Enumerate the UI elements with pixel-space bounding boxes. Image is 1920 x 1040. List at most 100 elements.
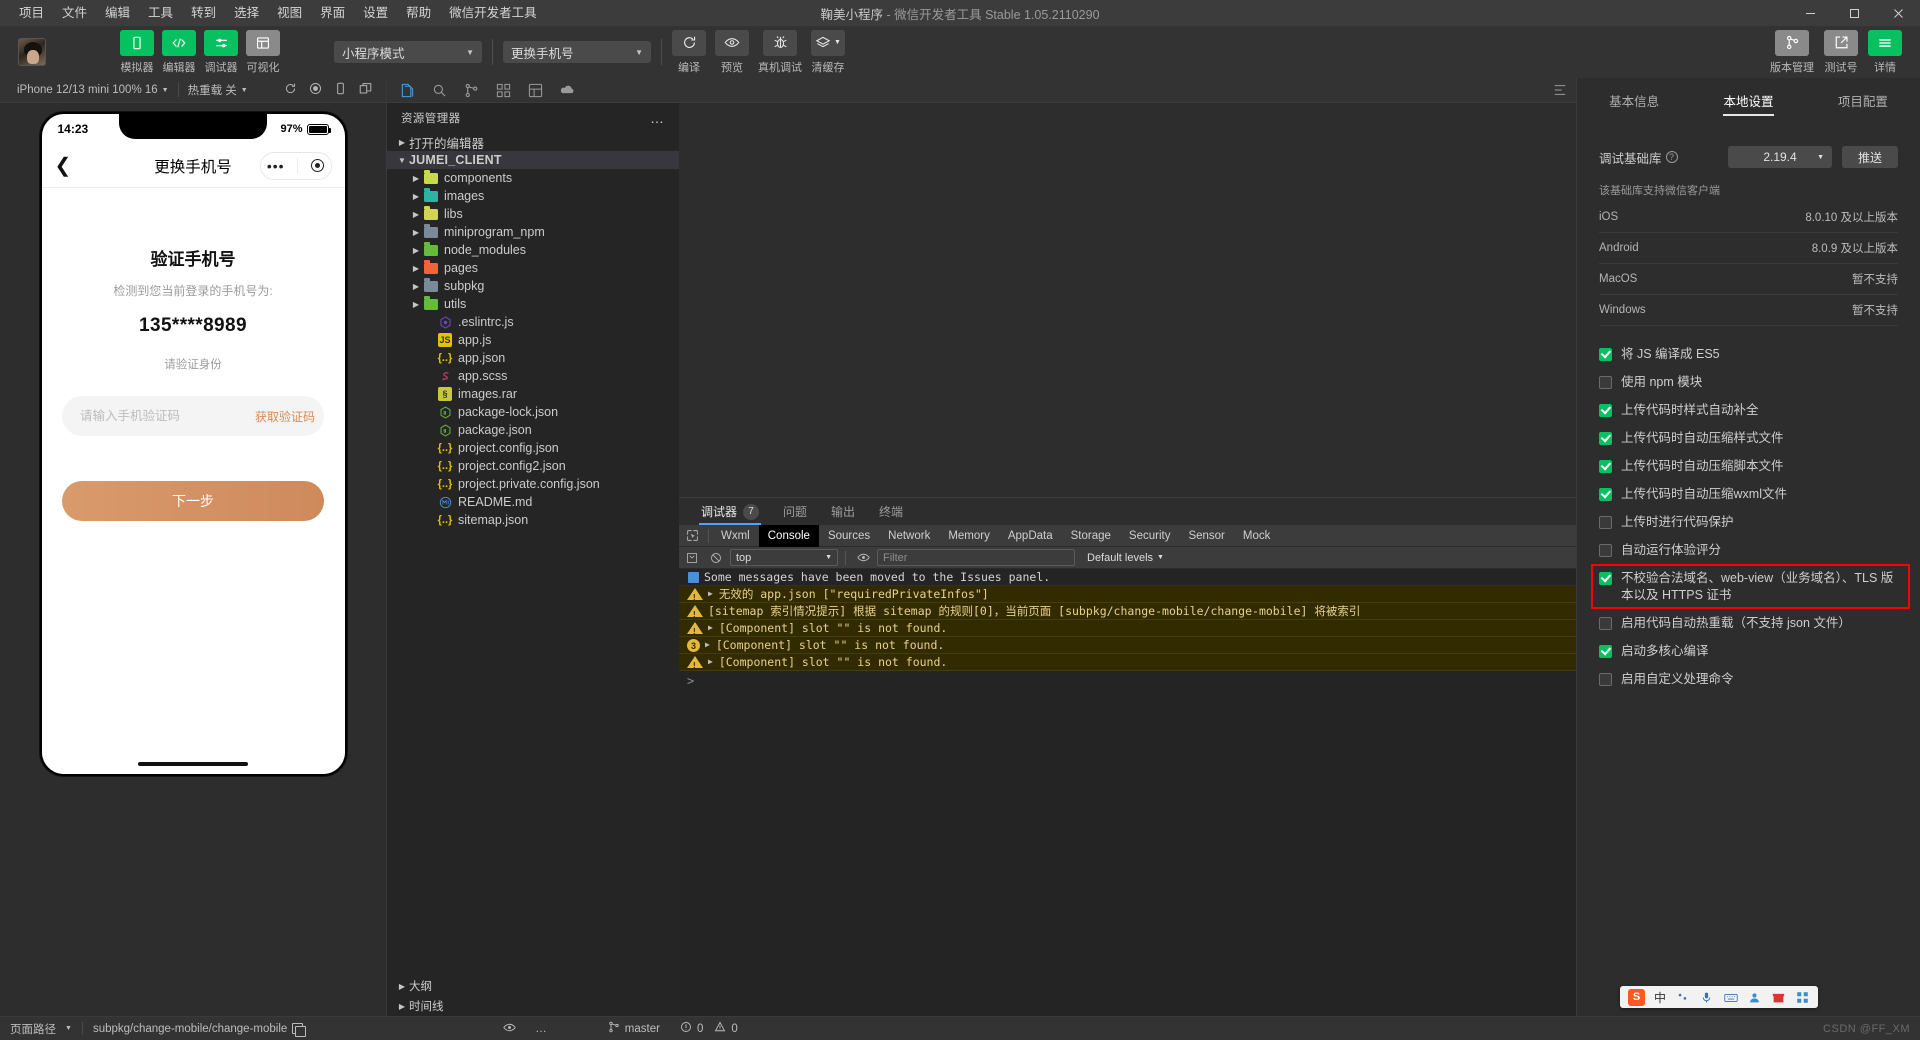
target-icon[interactable] — [311, 159, 325, 172]
tree-item[interactable]: ▶README.md — [387, 493, 679, 511]
branch-group[interactable]: master — [598, 1017, 670, 1040]
more-dots-icon[interactable]: … — [535, 1023, 548, 1035]
debugger-icon[interactable] — [204, 29, 238, 56]
checkbox-unchecked[interactable] — [1599, 673, 1612, 686]
console-levels-select[interactable]: Default levels ▼ — [1079, 552, 1164, 564]
tree-item[interactable]: ▶package-lock.json — [387, 403, 679, 421]
hot-reload-select[interactable]: 热重载 关 ▼ — [179, 78, 257, 103]
panel-tab-storage[interactable]: Storage — [1062, 525, 1120, 547]
console-context-select[interactable]: top ▼ — [730, 549, 838, 566]
checkbox-unchecked[interactable] — [1599, 516, 1612, 529]
record-icon[interactable] — [309, 82, 322, 98]
expand-arrow-icon[interactable]: ▶ — [705, 638, 710, 652]
cloud-icon[interactable] — [551, 78, 583, 103]
expand-arrow-icon[interactable]: ▶ — [708, 655, 713, 669]
no-entry-icon[interactable] — [706, 548, 726, 568]
extensions-icon[interactable] — [487, 78, 519, 103]
menu-item-3[interactable]: 工具 — [139, 1, 182, 25]
settings-checkbox-row[interactable]: 使用 npm 模块 — [1599, 374, 1898, 391]
console-message[interactable]: ! ▶ [Component] slot "" is not found. — [679, 620, 1576, 637]
push-button[interactable]: 推送 — [1842, 146, 1898, 168]
settings-checkbox-row[interactable]: 上传代码时自动压缩wxml文件 — [1599, 486, 1898, 503]
branch-icon[interactable] — [1775, 29, 1809, 56]
problems-group[interactable]: 0 0 — [670, 1017, 748, 1040]
simulator-icon[interactable] — [120, 29, 154, 56]
tree-item[interactable]: ▶{..}project.private.config.json — [387, 475, 679, 493]
settings-tab-基本信息[interactable]: 基本信息 — [1577, 78, 1691, 122]
hamburger-icon[interactable] — [1868, 29, 1902, 56]
settings-checkbox-row[interactable]: 上传代码时样式自动补全 — [1599, 402, 1898, 419]
console-message[interactable]: 3 ▶ [Component] slot "" is not found. — [679, 637, 1576, 654]
checkbox-checked[interactable] — [1599, 432, 1612, 445]
devtools-tab-终端[interactable]: 终端 — [867, 498, 915, 525]
panel-tab-network[interactable]: Network — [879, 525, 939, 547]
menu-item-2[interactable]: 编辑 — [96, 1, 139, 25]
maximize-icon[interactable] — [1832, 0, 1876, 26]
checkbox-unchecked[interactable] — [1599, 617, 1612, 630]
devtools-tab-输出[interactable]: 输出 — [819, 498, 867, 525]
close-icon[interactable] — [1876, 0, 1920, 26]
external-link-icon[interactable] — [1824, 29, 1858, 56]
layers-icon[interactable]: ▼ — [811, 29, 845, 56]
tree-project-root[interactable]: ▼ JUMEI_CLIENT — [387, 151, 679, 169]
checkbox-unchecked[interactable] — [1599, 544, 1612, 557]
menu-item-8[interactable]: 设置 — [354, 1, 397, 25]
checkbox-unchecked[interactable] — [1599, 376, 1612, 389]
panel-tab-console[interactable]: Console — [758, 524, 819, 547]
settings-checkbox-row[interactable]: 将 JS 编译成 ES5 — [1599, 346, 1898, 363]
tree-item[interactable]: ▶package.json — [387, 421, 679, 439]
devtools-tab-调试器[interactable]: 调试器 7 — [689, 498, 771, 525]
sogou-logo-icon[interactable]: S — [1627, 988, 1645, 1006]
checkbox-checked[interactable] — [1599, 488, 1612, 501]
compile-icon[interactable] — [672, 29, 706, 56]
panel-tab-appdata[interactable]: AppData — [999, 525, 1062, 547]
mode-select[interactable]: 小程序模式 ▼ — [334, 41, 482, 63]
tree-item[interactable]: ▶ node_modules — [387, 241, 679, 259]
page-path-label-group[interactable]: 页面路径 ▼ — [0, 1017, 82, 1040]
menu-item-0[interactable]: 项目 — [10, 1, 53, 25]
console-message[interactable]: ! [sitemap 索引情况提示] 根据 sitemap 的规则[0]，当前页面… — [679, 603, 1576, 620]
verification-code-input[interactable] — [62, 409, 241, 423]
status-eye-group[interactable]: … — [493, 1017, 558, 1040]
settings-checkbox-row[interactable]: 上传代码时自动压缩脚本文件 — [1599, 458, 1898, 475]
tree-item[interactable]: ▶app.scss — [387, 367, 679, 385]
tree-item[interactable]: ▶{..}app.json — [387, 349, 679, 367]
settings-checkbox-row[interactable]: 自动运行体验评分 — [1599, 542, 1898, 559]
menu-item-6[interactable]: 视图 — [268, 1, 311, 25]
tree-item[interactable]: ▶ pages — [387, 259, 679, 277]
tree-item[interactable]: ▶{..}project.config2.json — [387, 457, 679, 475]
get-code-button[interactable]: 获取验证码 — [241, 408, 329, 425]
source-control-icon[interactable] — [455, 78, 487, 103]
settings-checkbox-row[interactable]: 上传代码时自动压缩样式文件 — [1599, 430, 1898, 447]
eye-icon[interactable] — [853, 548, 873, 568]
refresh-icon[interactable] — [284, 82, 297, 98]
checkbox-checked[interactable] — [1599, 404, 1612, 417]
grid-icon[interactable] — [1795, 990, 1810, 1005]
punctuation-icon[interactable] — [1675, 990, 1690, 1005]
panel-tab-mock[interactable]: Mock — [1234, 525, 1279, 547]
copy-icon[interactable] — [292, 1023, 307, 1037]
page-select[interactable]: 更换手机号 ▼ — [503, 41, 651, 63]
device-select[interactable]: iPhone 12/13 mini 100% 16 ▼ — [8, 78, 178, 103]
menu-item-5[interactable]: 选择 — [225, 1, 268, 25]
console-prompt[interactable]: > — [679, 671, 1576, 691]
eye-icon[interactable] — [503, 1021, 517, 1037]
more-dots-icon[interactable]: … — [650, 110, 665, 126]
checkbox-checked[interactable] — [1599, 348, 1612, 361]
checkbox-checked[interactable] — [1599, 460, 1612, 473]
minimize-icon[interactable] — [1788, 0, 1832, 26]
user-icon[interactable] — [1747, 990, 1762, 1005]
tree-item[interactable]: ▶ utils — [387, 295, 679, 313]
back-chevron-icon[interactable]: ❮ — [55, 156, 72, 176]
settings-checkbox-row[interactable]: 启用自定义处理命令 — [1599, 671, 1898, 688]
panel-tab-sensor[interactable]: Sensor — [1179, 525, 1233, 547]
settings-checkbox-row[interactable]: 启用代码自动热重载（不支持 json 文件） — [1599, 615, 1898, 632]
menu-item-10[interactable]: 微信开发者工具 — [440, 1, 546, 25]
search-icon[interactable] — [423, 78, 455, 103]
tree-item[interactable]: ▶§images.rar — [387, 385, 679, 403]
tree-item[interactable]: ▶ components — [387, 169, 679, 187]
console-message[interactable]: ! ▶ 无效的 app.json ["requiredPrivateInfos"] — [679, 586, 1576, 603]
inspect-icon[interactable] — [679, 525, 705, 547]
tree-item[interactable]: ▶ images — [387, 187, 679, 205]
expand-arrow-icon[interactable]: ▶ — [708, 587, 713, 601]
